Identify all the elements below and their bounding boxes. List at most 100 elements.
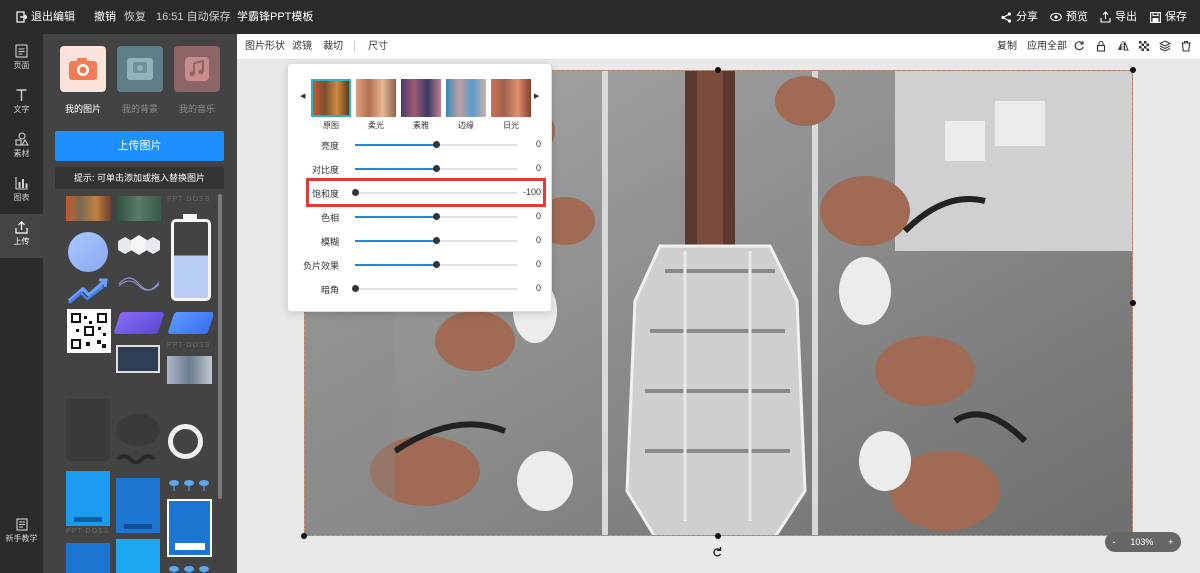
resize-handle[interactable] (1130, 300, 1136, 306)
delete-icon[interactable] (1180, 40, 1192, 52)
document-title[interactable]: 学霸锋PPT模板 (237, 0, 313, 34)
nav-item-tutorial[interactable]: 新手教学 (0, 512, 43, 556)
asset-thumb-photo[interactable] (66, 196, 111, 221)
tab-my-images[interactable]: 我的图片 (58, 46, 108, 115)
save-button[interactable]: 保存 (1150, 0, 1187, 34)
slider-fill (355, 144, 436, 146)
layers-icon[interactable] (1159, 40, 1171, 52)
slider-label: 负片效果 (302, 261, 339, 271)
upload-image-button[interactable]: 上传图片 (55, 131, 224, 161)
panel-scrollbar[interactable] (218, 194, 222, 499)
asset-cloud-network[interactable] (167, 564, 212, 573)
asset-card-purple[interactable] (113, 312, 165, 334)
asset-arrows[interactable] (67, 277, 109, 305)
flip-icon[interactable] (1117, 40, 1129, 52)
text-icon (16, 89, 27, 101)
lock-icon[interactable] (1095, 40, 1107, 52)
tool-crop[interactable]: 裁切 (323, 34, 343, 60)
exit-icon (16, 11, 27, 23)
preview-label: 预览 (1066, 11, 1088, 23)
camera-icon (60, 46, 106, 92)
nav-item-material[interactable]: 素材 (0, 126, 43, 170)
filter-prev-arrow[interactable]: ◀ (300, 92, 305, 100)
filter-preset-sunlight[interactable] (491, 79, 531, 117)
background-icon (117, 46, 163, 92)
tab-my-music[interactable]: 我的音乐 (172, 46, 222, 115)
asset-wave-line[interactable] (116, 451, 160, 466)
nav-label: 新手教学 (5, 534, 38, 543)
slider-track-brightness[interactable] (355, 141, 517, 148)
asset-cloud-network[interactable] (167, 478, 212, 492)
asset-laptop-screen[interactable] (116, 345, 160, 373)
slider-track-blur[interactable] (355, 237, 517, 244)
tool-size[interactable]: 尺寸 (368, 34, 388, 60)
export-button[interactable]: 导出 (1100, 0, 1137, 34)
tab-my-backgrounds[interactable]: 我的背景 (115, 46, 165, 115)
share-button[interactable]: 分享 (1001, 0, 1038, 34)
shapes-icon (14, 132, 29, 146)
slider-label: 色相 (320, 213, 339, 223)
asset-battery[interactable] (171, 219, 211, 301)
slider-knob[interactable] (433, 141, 440, 148)
resize-handle[interactable] (715, 67, 721, 73)
slider-label: 对比度 (311, 165, 339, 175)
asset-thumb-photo[interactable] (167, 356, 212, 384)
slider-row-vignette: 暗角 0 (288, 280, 553, 298)
exit-edit-button[interactable]: 退出编辑 (16, 0, 75, 34)
slider-knob[interactable] (433, 261, 440, 268)
preview-button[interactable]: 预览 (1050, 0, 1088, 34)
tool-apply-all[interactable]: 应用全部 (1027, 34, 1067, 60)
slider-track-negative[interactable] (355, 261, 517, 268)
asset-speech-bubble-dark[interactable] (66, 399, 110, 461)
nav-item-text[interactable]: 文字 (0, 82, 43, 126)
slider-track-hue[interactable] (355, 213, 517, 220)
export-icon (1100, 11, 1111, 23)
slider-knob[interactable] (433, 237, 440, 244)
eye-icon (1050, 12, 1062, 22)
share-icon (1001, 11, 1012, 23)
nav-item-upload[interactable]: 上传 (0, 214, 43, 258)
slider-knob[interactable] (352, 285, 359, 292)
asset-thumb-photo[interactable] (116, 196, 161, 221)
redo-button[interactable]: 恢复 (124, 0, 146, 34)
asset-blue-card[interactable] (66, 543, 110, 573)
slider-label: 暗角 (320, 285, 339, 295)
slider-track-contrast[interactable] (355, 165, 517, 172)
slider-knob[interactable] (433, 165, 440, 172)
resize-handle[interactable] (715, 533, 721, 539)
filter-label: 原图 (323, 121, 339, 130)
filter-next-arrow[interactable]: ▶ (534, 92, 539, 100)
asset-blue-card[interactable] (167, 499, 212, 557)
asset-blue-card[interactable] (66, 471, 110, 526)
asset-qr-code[interactable] (67, 309, 111, 353)
tool-filter[interactable]: 滤镜 (292, 34, 312, 60)
resize-handle[interactable] (1130, 67, 1136, 73)
tool-copy[interactable]: 复制 (997, 34, 1017, 60)
zoom-out-button[interactable]: - (1112, 537, 1115, 547)
nav-item-page[interactable]: 页面 (0, 38, 43, 82)
undo-button[interactable]: 撤销 (94, 0, 116, 34)
asset-blue-card[interactable] (116, 539, 160, 573)
nav-item-chart[interactable]: 图表 (0, 170, 43, 214)
asset-card-blue[interactable] (167, 312, 213, 334)
filter-preset-edge[interactable] (446, 79, 486, 117)
filter-preset-original[interactable] (311, 79, 351, 117)
nav-label: 图表 (13, 193, 30, 202)
asset-ring[interactable] (168, 424, 203, 459)
asset-hexagons[interactable] (116, 232, 161, 262)
slider-knob[interactable] (433, 213, 440, 220)
asset-circle[interactable] (68, 232, 108, 272)
filter-label: 柔光 (368, 121, 384, 130)
asset-blue-card[interactable] (116, 478, 160, 533)
filter-preset-elegant[interactable] (401, 79, 441, 117)
reset-icon[interactable] (1073, 40, 1085, 52)
asset-waves[interactable] (117, 270, 161, 294)
zoom-in-button[interactable]: + (1168, 537, 1173, 547)
tool-image-shape[interactable]: 图片形状 (245, 34, 285, 60)
resize-handle[interactable] (301, 533, 307, 539)
rotate-handle-icon[interactable] (712, 546, 722, 558)
transparency-icon[interactable] (1138, 40, 1150, 52)
slider-track-vignette[interactable] (352, 285, 517, 292)
filter-preset-soft[interactable] (356, 79, 396, 117)
asset-speech-bubble-round[interactable] (116, 414, 160, 446)
